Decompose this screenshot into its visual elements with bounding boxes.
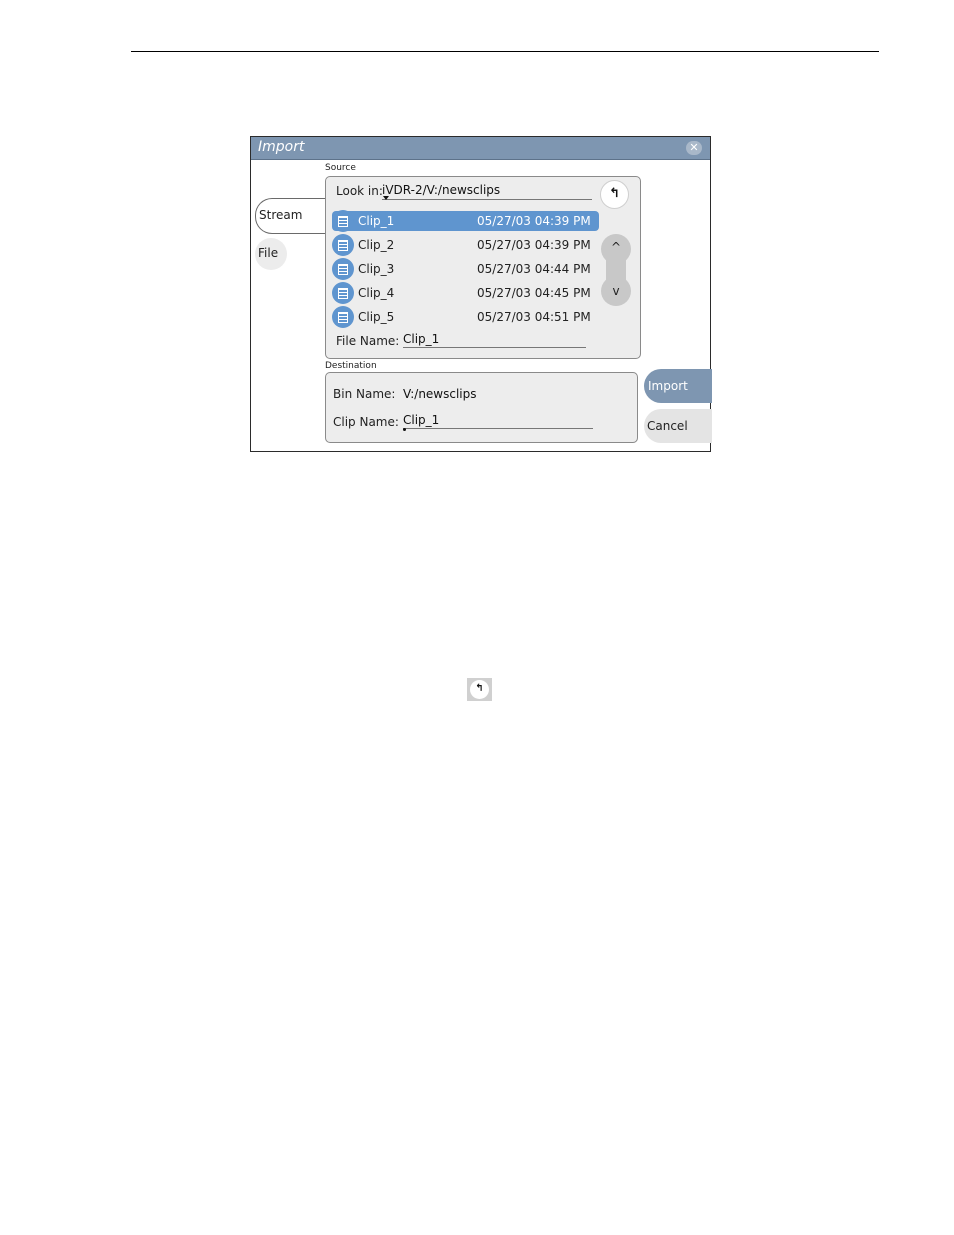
- tab-stream[interactable]: Stream: [255, 198, 332, 234]
- import-button-label: Import: [648, 379, 688, 393]
- import-button[interactable]: Import: [644, 369, 712, 403]
- page-header-rule: [131, 51, 879, 52]
- look-in-dropdown[interactable]: iVDR-2/V:/newsclips: [382, 183, 592, 200]
- cancel-button-label: Cancel: [647, 419, 688, 433]
- clip-name: Clip_3: [358, 262, 395, 276]
- title-bar: Import ✕: [251, 137, 710, 160]
- clip-name: Clip_2: [358, 238, 395, 252]
- clip-icon: [332, 234, 354, 256]
- list-scroller: ^ v: [601, 234, 631, 306]
- up-folder-icon[interactable]: ↰: [600, 180, 629, 209]
- file-name-label: File Name:: [336, 334, 400, 348]
- tab-stream-label: Stream: [259, 208, 303, 222]
- bin-name-label: Bin Name:: [333, 387, 396, 401]
- scroll-down-icon[interactable]: v: [601, 276, 631, 306]
- close-icon[interactable]: ✕: [686, 141, 702, 155]
- list-item[interactable]: Clip_3 05/27/03 04:44 PM: [332, 258, 602, 282]
- clip-date: 05/27/03 04:39 PM: [477, 238, 591, 252]
- clip-name-label: Clip Name:: [333, 415, 399, 429]
- tab-file[interactable]: File: [255, 238, 287, 270]
- look-in-label: Look in:: [336, 184, 383, 198]
- clip-date: 05/27/03 04:44 PM: [477, 262, 591, 276]
- file-name-field[interactable]: Clip_1: [403, 332, 586, 348]
- clip-icon: [332, 210, 354, 232]
- clip-name: Clip_5: [358, 310, 395, 324]
- clip-icon: [332, 282, 354, 304]
- clip-name: Clip_4: [358, 286, 395, 300]
- up-folder-icon: ↰: [467, 678, 492, 701]
- clip-date: 05/27/03 04:51 PM: [477, 310, 591, 324]
- destination-panel: Bin Name: V:/newsclips Clip Name: Clip_1: [325, 372, 638, 443]
- source-group-label: Source: [325, 163, 356, 173]
- clip-date: 05/27/03 04:39 PM: [477, 214, 591, 228]
- clip-name-field[interactable]: Clip_1: [403, 413, 593, 429]
- source-panel: Look in: iVDR-2/V:/newsclips ↰ Clip_1 05…: [325, 176, 641, 359]
- clip-list: Clip_1 05/27/03 04:39 PM Clip_2 05/27/03…: [332, 210, 602, 330]
- clip-name: Clip_1: [358, 214, 395, 228]
- destination-group-label: Destination: [325, 361, 377, 371]
- dropdown-arrow-icon[interactable]: [383, 196, 389, 200]
- list-item[interactable]: Clip_2 05/27/03 04:39 PM: [332, 234, 602, 258]
- clip-date: 05/27/03 04:45 PM: [477, 286, 591, 300]
- dialog-title: Import: [258, 139, 305, 155]
- list-item[interactable]: Clip_4 05/27/03 04:45 PM: [332, 282, 602, 306]
- scroll-up-icon[interactable]: ^: [601, 234, 631, 264]
- bin-name-value: V:/newsclips: [403, 387, 477, 401]
- cancel-button[interactable]: Cancel: [644, 409, 712, 443]
- list-item[interactable]: Clip_1 05/27/03 04:39 PM: [332, 210, 602, 234]
- up-folder-glyph: ↰: [470, 680, 489, 699]
- clip-icon: [332, 258, 354, 280]
- tab-file-label: File: [258, 246, 279, 260]
- list-item[interactable]: Clip_5 05/27/03 04:51 PM: [332, 306, 602, 330]
- clip-icon: [332, 306, 354, 328]
- import-dialog: Import ✕ Stream File Source Look in: iVD…: [250, 136, 712, 452]
- text-cursor: [403, 428, 406, 431]
